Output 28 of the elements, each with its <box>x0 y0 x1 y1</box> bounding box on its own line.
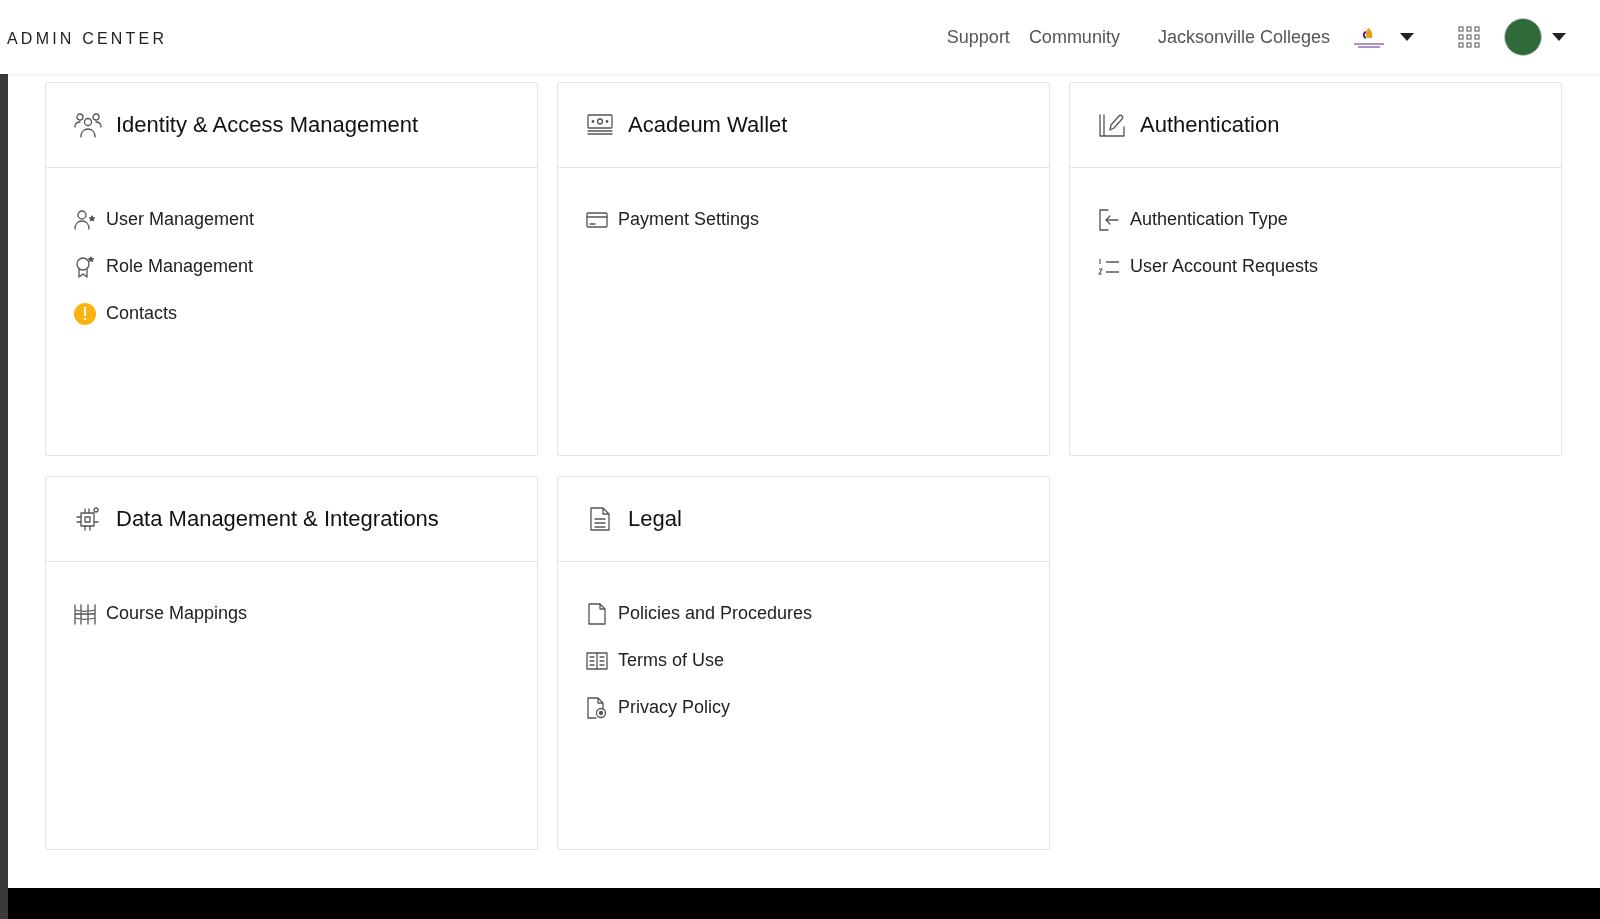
nav-link[interactable]: Support <box>946 26 1010 48</box>
card-title: Data Management & Integrations <box>116 506 439 532</box>
menu-link[interactable]: Terms of Use <box>586 637 725 684</box>
app-title: ADMIN CENTER <box>7 29 169 48</box>
menu-link[interactable]: Contacts <box>74 290 178 337</box>
card-title: Authentication <box>1140 112 1280 138</box>
menu-link[interactable]: Privacy Policy <box>586 684 731 731</box>
account-dropdown-button[interactable] <box>1552 33 1566 41</box>
avatar[interactable] <box>1504 18 1542 56</box>
people-icon <box>74 112 102 138</box>
money-icon <box>586 114 614 136</box>
nav-link[interactable]: Community <box>1028 26 1120 48</box>
organization-dropdown-button[interactable] <box>1400 33 1414 41</box>
card-title: Acadeum Wallet <box>628 112 788 138</box>
chip-icon <box>74 506 102 532</box>
menu-link[interactable]: User Account Requests <box>1098 243 1319 290</box>
college-logo-icon <box>1352 26 1386 48</box>
apps-grid-icon[interactable] <box>1458 26 1480 48</box>
card-title: Legal <box>628 506 682 532</box>
menu-link[interactable]: Policies and Procedures <box>586 590 813 637</box>
menu-link[interactable]: Course Mappings <box>74 590 248 637</box>
menu-link[interactable]: User Management <box>74 196 255 243</box>
menu-link[interactable]: Role Management <box>74 243 254 290</box>
menu-link[interactable]: Payment Settings <box>586 196 760 243</box>
card-title: Identity & Access Management <box>116 112 419 138</box>
menu-link[interactable]: Authentication Type <box>1098 196 1288 243</box>
edit-icon <box>1098 113 1126 137</box>
organization-link[interactable]: Jacksonville Colleges <box>1157 26 1330 48</box>
